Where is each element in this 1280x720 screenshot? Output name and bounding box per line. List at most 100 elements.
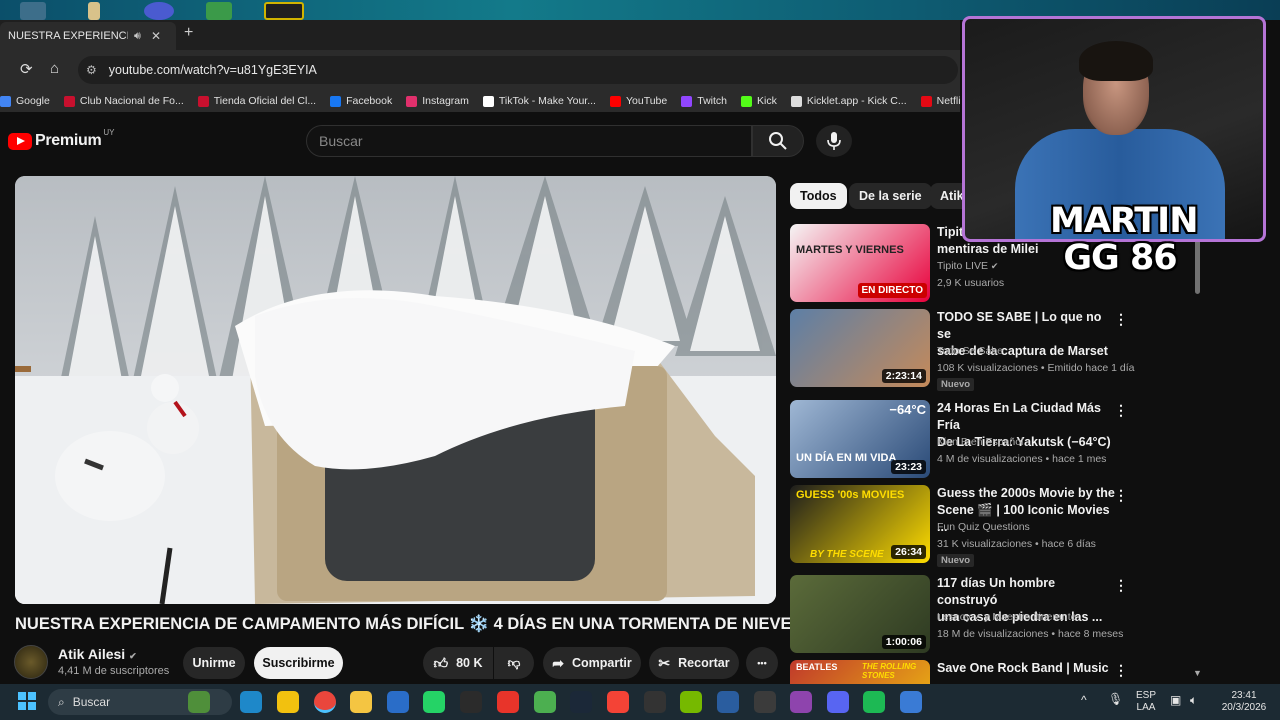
bookmark-favicon-icon — [790, 95, 802, 107]
app-icon[interactable] — [497, 691, 519, 713]
bookmark-item[interactable]: Tienda Oficial del Cl... — [197, 95, 316, 107]
join-button[interactable]: Unirme — [183, 647, 245, 679]
app-icon[interactable] — [460, 691, 482, 713]
search-button[interactable] — [752, 125, 804, 157]
whatsapp-icon[interactable] — [423, 691, 445, 713]
bookmark-item[interactable]: Kick — [741, 95, 777, 107]
recommendation-title-line: 24 Horas En La Ciudad Más Fría — [937, 401, 1101, 432]
more-options-icon[interactable]: ⋮ — [1114, 311, 1128, 328]
youtube-logo[interactable]: Premium UY — [8, 128, 115, 150]
video-duration: 26:34 — [891, 545, 926, 559]
recommendation-thumbnail[interactable]: MARTES Y VIERNES EN DIRECTO — [790, 224, 930, 302]
desktop-app-icon[interactable] — [206, 2, 232, 20]
edge-browser-icon[interactable] — [240, 691, 262, 713]
new-tab-button[interactable]: + — [184, 24, 193, 42]
volume-icon[interactable]: 🔈︎ — [1190, 694, 1197, 706]
tab-title: NUESTRA EXPERIENCIA DE — [8, 30, 128, 42]
bookmark-item[interactable]: TikTok - Make Your... — [482, 95, 596, 107]
more-options-icon[interactable]: ⋮ — [1114, 577, 1128, 594]
chrome-icon[interactable] — [314, 691, 336, 713]
microsoft-store-icon[interactable] — [277, 691, 299, 713]
voice-search-button[interactable] — [816, 125, 852, 157]
more-options-icon[interactable]: ⋮ — [1114, 402, 1128, 419]
webcam-person-hair — [1079, 41, 1153, 81]
search-input[interactable]: Buscar — [306, 125, 752, 157]
outlook-icon[interactable] — [387, 691, 409, 713]
recommendation-item[interactable]: 2:23:14 TODO SE SABE | Lo que no se sabe… — [790, 309, 1200, 391]
epic-games-icon[interactable] — [644, 691, 666, 713]
bookmark-label: YouTube — [625, 95, 668, 107]
steam-icon[interactable] — [570, 691, 592, 713]
browser-tab-bar: NUESTRA EXPERIENCIA DE 🔊︎ ✕ + — [0, 20, 960, 50]
recommendation-thumbnail[interactable]: UN DÍA EN MI VIDA −64°C 23:23 — [790, 400, 930, 478]
video-title: NUESTRA EXPERIENCIA DE CAMPAMENTO MÁS DI… — [15, 615, 792, 633]
site-info-icon[interactable]: ⚙ — [86, 63, 97, 77]
bookmark-item[interactable]: Google — [0, 95, 50, 107]
share-button[interactable]: ➦ Compartir — [543, 647, 641, 679]
more-options-icon[interactable]: ⋮ — [1114, 487, 1128, 504]
more-options-icon[interactable]: ⋮ — [1114, 662, 1128, 679]
recommendation-title[interactable]: Save One Rock Band | Music — [937, 660, 1117, 677]
bookmark-item[interactable]: Facebook — [330, 95, 392, 107]
language-indicator[interactable]: ESP LAA — [1136, 690, 1156, 714]
thumbnail-text-secondary: THE ROLLING STONES — [862, 662, 917, 680]
home-icon[interactable]: ⌂ — [50, 60, 59, 77]
app-icon[interactable] — [900, 691, 922, 713]
thumbnail-text: BEATLES — [796, 662, 838, 672]
file-explorer-icon[interactable] — [350, 691, 372, 713]
ea-app-icon[interactable] — [607, 691, 629, 713]
recommendation-thumbnail[interactable]: 1:00:06 — [790, 575, 930, 653]
scroll-down-arrow[interactable]: ▼ — [1193, 668, 1202, 678]
clock[interactable]: 23:41 20/3/2026 — [1212, 690, 1276, 714]
browser-tab[interactable]: NUESTRA EXPERIENCIA DE 🔊︎ ✕ — [0, 22, 176, 50]
app-icon[interactable] — [717, 691, 739, 713]
speaker-icon[interactable]: 🔊︎ — [134, 30, 141, 43]
scissors-icon: ✂ — [658, 654, 671, 671]
bookmark-favicon-icon — [406, 95, 418, 107]
chip-all[interactable]: Todos — [790, 183, 847, 209]
chip-series[interactable]: De la serie — [849, 183, 932, 209]
desktop-app-icon[interactable] — [88, 2, 100, 20]
recommendation-thumbnail[interactable]: 2:23:14 — [790, 309, 930, 387]
more-actions-button[interactable]: ••• — [746, 647, 778, 679]
widgets-icon[interactable] — [188, 691, 210, 713]
network-icon[interactable]: ▣ — [1170, 694, 1181, 706]
address-bar[interactable]: ⚙ youtube.com/watch?v=u81YgE3EYIA — [78, 56, 958, 84]
channel-name-row[interactable]: Atik Ailesi ✔ — [58, 646, 137, 662]
minecraft-icon[interactable] — [534, 691, 556, 713]
dislike-button[interactable]: 👎︎ — [494, 647, 534, 679]
recommendation-meta: 18 M de visualizaciones • hace 8 meses — [937, 628, 1124, 640]
discord-icon[interactable] — [827, 691, 849, 713]
clip-button[interactable]: ✂ Recortar — [649, 647, 739, 679]
windows-start-icon[interactable] — [18, 692, 36, 710]
verified-icon: ✔ — [973, 612, 982, 622]
recommendation-thumbnail[interactable]: GUESS '00s MOVIES BY THE SCENE 26:34 — [790, 485, 930, 563]
recommendation-item[interactable]: GUESS '00s MOVIES BY THE SCENE 26:34 Guess… — [790, 485, 1200, 567]
app-icon[interactable] — [754, 691, 776, 713]
recommendation-item[interactable]: UN DÍA EN MI VIDA −64°C 23:23 24 Horas En … — [790, 400, 1200, 480]
desktop-app-icon[interactable] — [144, 2, 174, 20]
bookmark-item[interactable]: Instagram — [406, 95, 469, 107]
streamer-name-overlay: MARTIN GG 86 — [1050, 203, 1198, 277]
app-icon[interactable] — [790, 691, 812, 713]
desktop-app-icon[interactable] — [264, 2, 304, 20]
bookmark-item[interactable]: Netflix U — [920, 95, 960, 107]
bookmark-item[interactable]: Twitch — [681, 95, 727, 107]
like-button[interactable]: 👍︎ 80 K — [423, 647, 493, 679]
tab-close-icon[interactable]: ✕ — [151, 29, 161, 43]
nvidia-icon[interactable] — [680, 691, 702, 713]
tray-overflow-icon[interactable]: ^ — [1081, 694, 1087, 706]
channel-avatar[interactable] — [14, 645, 48, 679]
spotify-icon[interactable] — [863, 691, 885, 713]
new-badge: Nuevo — [937, 554, 975, 567]
desktop-app-icon[interactable] — [20, 2, 46, 20]
thumbnail-text: UN DÍA EN MI VIDA — [796, 452, 897, 464]
bookmark-item[interactable]: YouTube — [609, 95, 668, 107]
video-player[interactable] — [15, 176, 776, 604]
recommendation-item[interactable]: 1:00:06 117 días Un hombre construyó una… — [790, 575, 1200, 655]
bookmark-item[interactable]: Kicklet.app - Kick C... — [790, 95, 907, 107]
subscribe-button[interactable]: Suscribirme — [254, 647, 343, 679]
bookmark-item[interactable]: Club Nacional de Fo... — [63, 95, 184, 107]
reload-icon[interactable]: ⟳ — [20, 60, 33, 78]
microphone-icon[interactable]: 🎙︎ — [1108, 693, 1123, 705]
